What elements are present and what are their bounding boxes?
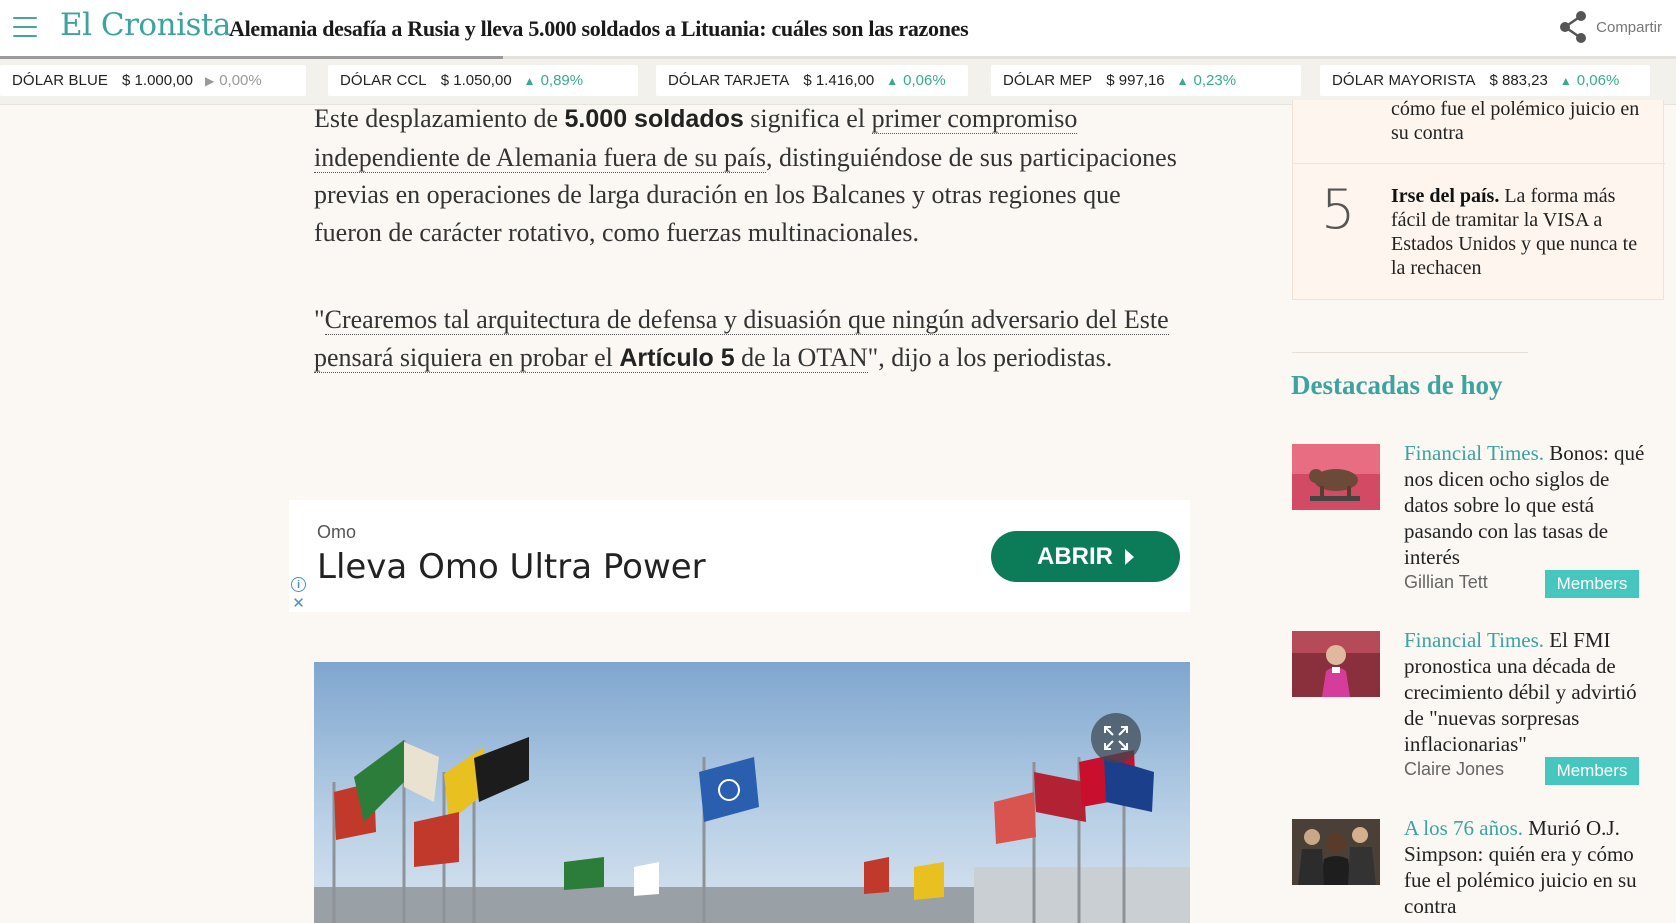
ticker-value: $ 883,23 [1489,72,1548,89]
ticker-name: DÓLAR TARJETA [668,72,790,89]
bold-text: Artículo 5 [619,343,735,372]
story-author: Claire Jones [1404,759,1505,779]
top-header: El Cronista Alemania desafía a Rusia y l… [0,0,1676,56]
ticker-value: $ 997,16 [1106,72,1165,89]
ad-close-icon[interactable]: ✕ [291,595,306,612]
nato-flags-image [314,662,1190,923]
ticker-item-dolar-tarjeta[interactable]: DÓLAR TARJETA $ 1.416,00 ▲ 0,06% [656,65,968,96]
ticker-name: DÓLAR BLUE [12,72,109,89]
ticker-change: 0,89% [540,72,584,89]
story-headline[interactable]: A los 76 años. Murió O.J. Simpson: quién… [1404,815,1650,919]
up-arrow-icon: ▲ [1176,73,1189,88]
ticker-item-dolar-blue[interactable]: DÓLAR BLUE $ 1.000,00 ▶ 0,00% [0,65,306,96]
item-kicker: Irse del país. [1391,185,1500,207]
ticker-item-dolar-mep[interactable]: DÓLAR MEP $ 997,16 ▲ 0,23% [991,65,1301,96]
share-button[interactable]: Compartir [1558,10,1662,44]
story-author: Gillian Tett [1404,572,1488,592]
text-run: de la OTAN [734,342,868,372]
share-label: Compartir [1596,18,1662,36]
article-quote-paragraph: "Crearemos tal arquitectura de defensa y… [314,301,1184,377]
ticker-item-dolar-ccl[interactable]: DÓLAR CCL $ 1.050,00 ▲ 0,89% [328,65,638,96]
ad-title[interactable]: Lleva Omo Ultra Power [317,547,706,587]
menu-icon[interactable] [13,17,37,37]
most-read-number: 5 [1321,178,1356,241]
play-arrow-icon [1125,548,1134,565]
story-thumbnail[interactable] [1292,631,1380,697]
most-read-box: cómo fue el polémico juicio en su contra… [1292,97,1665,300]
flat-arrow-icon: ▶ [204,73,215,88]
story-source: A los 76 años. [1404,816,1524,840]
divider [1292,352,1528,353]
expand-icon [1104,726,1128,750]
ticker-name: DÓLAR CCL [340,72,427,89]
most-read-item-5[interactable]: Irse del país. La forma más fácil de tra… [1391,184,1653,280]
ad-open-button[interactable]: ABRIR [991,531,1180,582]
text-run: ", dijo a los periodistas. [867,342,1113,372]
story-source: Financial Times. [1404,441,1545,465]
story-thumbnail[interactable] [1292,819,1380,885]
ticker-change: 0,00% [219,72,262,89]
ticker-change: 0,06% [903,72,946,89]
share-icon [1560,11,1587,43]
text-run: " [314,305,325,334]
text-run: significa el [743,104,872,133]
ticker-item-dolar-mayorista[interactable]: DÓLAR MAYORISTA $ 883,23 ▲ 0,06% [1320,65,1650,96]
story-source: Financial Times. [1404,628,1545,652]
up-arrow-icon: ▲ [523,73,536,88]
article-body: Este desplazamiento de 5.000 soldados si… [314,100,1184,427]
ad-banner[interactable]: Omo Lleva Omo Ultra Power ABRIR i ✕ [289,500,1190,612]
ad-button-label: ABRIR [1037,542,1113,570]
ad-choices: i ✕ [289,574,307,612]
story-thumbnail[interactable] [1292,444,1380,510]
article-paragraph: Este desplazamiento de 5.000 soldados si… [314,100,1184,251]
ticker-change: 0,23% [1193,72,1237,89]
most-read-item-tail[interactable]: cómo fue el polémico juicio en su contra [1391,97,1651,145]
members-badge: Members [1545,570,1639,598]
ad-info-icon[interactable]: i [291,577,306,592]
ticker-value: $ 1.000,00 [122,72,193,89]
up-arrow-icon: ▲ [886,73,899,88]
bold-text: 5.000 soldados [564,105,744,133]
page-headline: Alemania desafía a Rusia y lleva 5.000 s… [229,16,969,41]
ticker-value: $ 1.050,00 [440,72,512,89]
site-logo[interactable]: El Cronista [60,7,231,43]
divider [1293,163,1665,164]
text-run: Este desplazamiento de [314,104,565,133]
ticker-value: $ 1.416,00 [803,72,875,89]
story-headline[interactable]: Financial Times. El FMI pronostica una d… [1404,627,1650,757]
ad-brand: Omo [317,522,357,542]
ticker-change: 0,06% [1576,72,1620,89]
story-headline[interactable]: Financial Times. Bonos: qué nos dicen oc… [1404,440,1650,570]
ticker-name: DÓLAR MEP [1003,72,1093,89]
expand-image-button[interactable] [1091,713,1141,763]
ticker-name: DÓLAR MAYORISTA [1332,72,1476,89]
members-badge: Members [1545,757,1639,785]
section-title[interactable]: Destacadas de hoy [1291,370,1503,401]
article-photo [314,662,1190,923]
up-arrow-icon: ▲ [1559,73,1572,88]
